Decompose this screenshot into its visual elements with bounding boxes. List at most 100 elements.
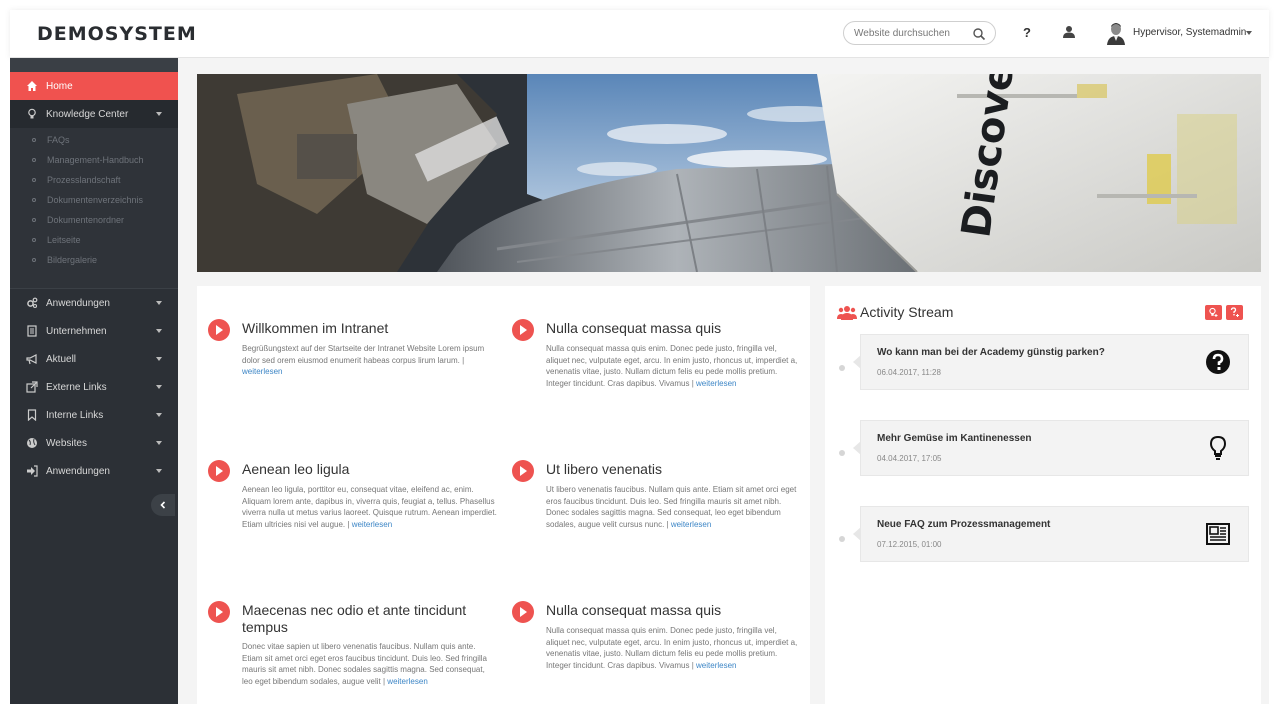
bullet-icon xyxy=(32,178,36,182)
article-title[interactable]: Willkommen im Intranet xyxy=(242,320,497,337)
sidebar-item-externe-links[interactable]: Externe Links xyxy=(10,373,178,401)
knowledge-center-submenu: FAQs Management-Handbuch Prozesslandscha… xyxy=(10,128,178,288)
chevron-down-icon xyxy=(156,301,162,305)
read-more-link[interactable]: weiterlesen xyxy=(352,520,392,529)
article-text: Begrüßungstext auf der Startseite der In… xyxy=(242,343,497,378)
activity-item[interactable]: Wo kann man bei der Academy günstig park… xyxy=(853,334,1249,390)
sidebar-item-anwendungen[interactable]: Anwendungen xyxy=(10,289,178,317)
arrow-circle-right-icon[interactable] xyxy=(512,319,534,341)
submenu-item-bildergalerie[interactable]: Bildergalerie xyxy=(10,250,178,270)
sidebar-item-home[interactable]: Home xyxy=(10,72,178,100)
bookmark-icon xyxy=(27,409,37,421)
article-text: Nulla consequat massa quis enim. Donec p… xyxy=(546,625,801,671)
search-box[interactable] xyxy=(843,21,996,45)
bullet-icon xyxy=(32,138,36,142)
idea-filter-button[interactable] xyxy=(1205,305,1222,320)
submenu-item-management-handbuch[interactable]: Management-Handbuch xyxy=(10,150,178,170)
submenu-item-label: Dokumentenordner xyxy=(47,215,125,225)
submenu-item-prozesslandschaft[interactable]: Prozesslandschaft xyxy=(10,170,178,190)
sidebar-item-label: Externe Links xyxy=(46,381,107,393)
read-more-link[interactable]: weiterlesen xyxy=(671,520,711,529)
activity-item[interactable]: Mehr Gemüse im Kantinenessen 04.04.2017,… xyxy=(853,420,1249,476)
submenu-item-label: Leitseite xyxy=(47,235,81,245)
globe-icon xyxy=(27,438,37,448)
sidebar-item-label: Unternehmen xyxy=(46,325,107,337)
user-name[interactable]: Hypervisor, Systemadmin xyxy=(1133,27,1246,38)
read-more-link[interactable]: weiterlesen xyxy=(696,661,736,670)
newspaper-icon xyxy=(1206,523,1230,545)
arrow-circle-right-icon[interactable] xyxy=(208,319,230,341)
sidebar-item-websites[interactable]: Websites xyxy=(10,429,178,457)
hero-image: Discover xyxy=(197,74,1261,272)
sidebar-item-label: Aktuell xyxy=(46,353,77,365)
user-icon[interactable] xyxy=(1062,25,1076,39)
arrow-circle-right-icon[interactable] xyxy=(208,460,230,482)
read-more-link[interactable]: weiterlesen xyxy=(387,677,427,686)
sidebar-item-label: Anwendungen xyxy=(46,465,110,477)
submenu-item-leitseite[interactable]: Leitseite xyxy=(10,230,178,250)
sidebar-item-interne-links[interactable]: Interne Links xyxy=(10,401,178,429)
activity-item-title[interactable]: Mehr Gemüse im Kantinenessen xyxy=(877,433,1032,444)
article-body: Donec vitae sapien ut libero venenatis f… xyxy=(242,642,488,686)
bullet-icon xyxy=(32,218,36,222)
lightbulb-plus-icon xyxy=(1209,307,1218,317)
activity-item-title[interactable]: Wo kann man bei der Academy günstig park… xyxy=(877,347,1105,358)
building-icon xyxy=(27,325,37,337)
sidebar-item-label: Anwendungen xyxy=(46,297,110,309)
search-icon[interactable] xyxy=(972,27,986,41)
article-title[interactable]: Maecenas nec odio et ante tincidunt temp… xyxy=(242,602,497,636)
article-title[interactable]: Aenean leo ligula xyxy=(242,461,497,478)
read-more-link[interactable]: weiterlesen xyxy=(696,379,736,388)
submenu-item-faqs[interactable]: FAQs xyxy=(10,130,178,150)
article-text: Donec vitae sapien ut libero venenatis f… xyxy=(242,641,497,687)
activity-item[interactable]: Neue FAQ zum Prozessmanagement 07.12.201… xyxy=(853,506,1249,562)
articles-panel: Willkommen im Intranet Begrüßungstext au… xyxy=(197,286,810,704)
article-text: Aenean leo ligula, porttitor eu, consequ… xyxy=(242,484,497,530)
sidebar-item-label: Interne Links xyxy=(46,409,104,421)
question-filter-button[interactable] xyxy=(1226,305,1243,320)
activity-item-title[interactable]: Neue FAQ zum Prozessmanagement xyxy=(877,519,1050,530)
chevron-down-icon xyxy=(156,329,162,333)
timeline-dot xyxy=(839,536,845,542)
help-icon[interactable]: ? xyxy=(1023,25,1031,40)
article-text: Nulla consequat massa quis enim. Donec p… xyxy=(546,343,801,389)
sidebar-item-unternehmen[interactable]: Unternehmen xyxy=(10,317,178,345)
article-title[interactable]: Nulla consequat massa quis xyxy=(546,602,801,619)
sidebar-item-label: Knowledge Center xyxy=(46,108,129,120)
chevron-down-icon xyxy=(156,441,162,445)
arrow-circle-right-icon[interactable] xyxy=(512,460,534,482)
arrow-circle-right-icon[interactable] xyxy=(512,601,534,623)
bullet-icon xyxy=(32,158,36,162)
article-title[interactable]: Ut libero venenatis xyxy=(546,461,801,478)
submenu-item-dokumentenordner[interactable]: Dokumentenordner xyxy=(10,210,178,230)
users-icon xyxy=(837,306,857,320)
article-title[interactable]: Nulla consequat massa quis xyxy=(546,320,801,337)
gears-icon xyxy=(27,297,38,309)
submenu-item-label: Dokumentenverzeichnis xyxy=(47,195,144,205)
megaphone-icon xyxy=(26,354,37,365)
article-body: Nulla consequat massa quis enim. Donec p… xyxy=(546,344,798,388)
submenu-item-dokumentenverzeichnis[interactable]: Dokumentenverzeichnis xyxy=(10,190,178,210)
chevron-down-icon xyxy=(156,357,162,361)
chevron-down-icon xyxy=(156,413,162,417)
sidebar-item-knowledge-center[interactable]: Knowledge Center xyxy=(10,100,178,128)
search-input[interactable] xyxy=(854,26,964,41)
sidebar-item-anwendungen-2[interactable]: Anwendungen xyxy=(10,457,178,485)
arrow-circle-right-icon[interactable] xyxy=(208,601,230,623)
avatar[interactable] xyxy=(1105,21,1127,45)
sidebar-collapse-button[interactable] xyxy=(151,494,175,516)
sidebar-item-label: Websites xyxy=(46,437,87,449)
space-shuttle-discovery-image: Discover xyxy=(197,74,1261,272)
activity-item-date: 06.04.2017, 11:28 xyxy=(877,368,941,377)
submenu-item-label: Prozesslandschaft xyxy=(47,175,121,185)
sidebar-item-aktuell[interactable]: Aktuell xyxy=(10,345,178,373)
chevron-down-icon xyxy=(156,469,162,473)
logo[interactable]: DEMOSYSTEM xyxy=(37,23,197,45)
bullet-icon xyxy=(32,258,36,262)
read-more-link[interactable]: weiterlesen xyxy=(242,367,282,376)
sidebar-top-bar xyxy=(10,58,178,72)
activity-item-date: 04.04.2017, 17:05 xyxy=(877,454,942,463)
timeline-dot xyxy=(839,365,845,371)
chevron-down-icon[interactable] xyxy=(1246,31,1252,35)
top-header: DEMOSYSTEM ? Hypervisor, Systemadmin xyxy=(10,10,1269,58)
